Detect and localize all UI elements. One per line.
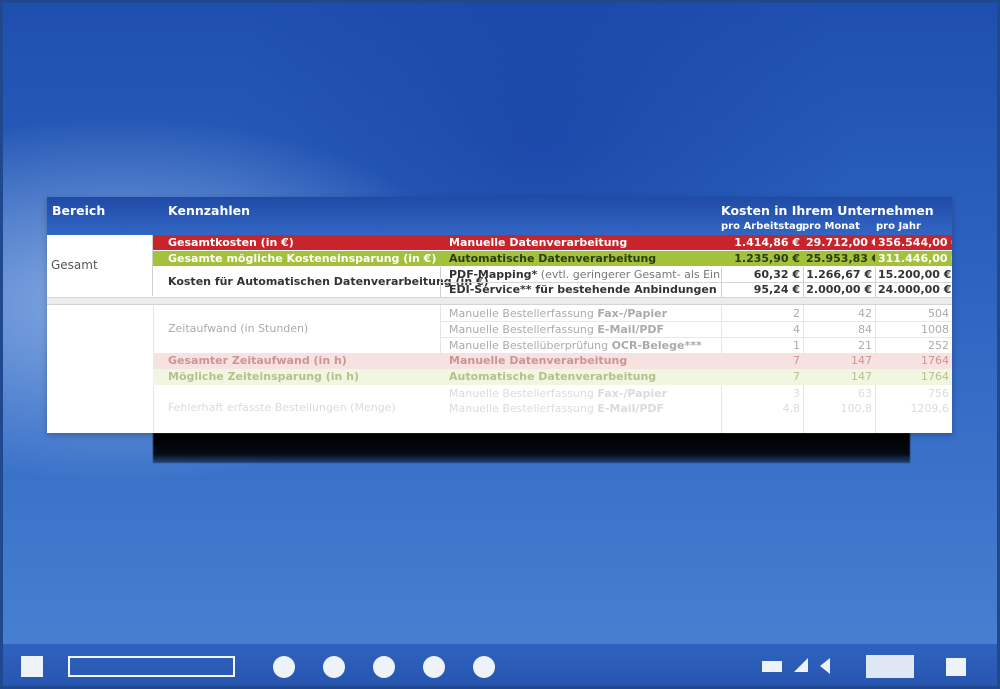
- row-desc: EDI-Service** für bestehende Anbindungen: [449, 283, 717, 296]
- header-pro-arbeitstag: pro Arbeitstag: [721, 221, 803, 232]
- bereich-cell: Gesamt: [47, 235, 153, 296]
- value-day: 4,8: [782, 402, 801, 415]
- value-day: 1.414,86 €: [734, 236, 800, 249]
- table-row: Gesamte mögliche Kosteneinsparung (in €)…: [153, 251, 952, 266]
- value-month: 147: [851, 370, 872, 383]
- dot-icon[interactable]: [373, 656, 395, 678]
- row-desc: Manuelle Bestellerfassung: [449, 323, 598, 336]
- value-year: 1764: [921, 370, 949, 383]
- row-label: Gesamter Zeitaufwand (in h): [168, 354, 347, 367]
- value-month: 25.953,83 €: [806, 252, 875, 265]
- value-month: 42: [858, 307, 872, 320]
- row-desc: Manuelle Datenverarbeitung: [449, 236, 628, 249]
- value-day: 2: [793, 307, 800, 320]
- time-section: Zeitaufwand (in Stunden) Manuelle Bestel…: [47, 305, 952, 433]
- row-desc-bold: Fax-/Papier: [597, 387, 668, 400]
- bereich-gesamt: Gesamt: [51, 258, 98, 272]
- value-day: 4: [793, 323, 800, 336]
- divider: [721, 267, 722, 297]
- divider: [875, 267, 876, 297]
- player-toolbar: [3, 644, 997, 686]
- divider: [440, 305, 441, 353]
- row-desc-bold: E-Mail/PDF: [597, 402, 665, 415]
- volume-level-icon[interactable]: [794, 658, 808, 672]
- row-label: Gesamte mögliche Kosteneinsparung (in €): [168, 252, 437, 265]
- stop-icon[interactable]: [21, 656, 43, 677]
- dot-icon[interactable]: [273, 656, 295, 678]
- header-kennzahlen: Kennzahlen: [168, 203, 251, 218]
- value-year: 1008: [921, 323, 949, 336]
- table-header: Bereich Kennzahlen Kosten in Ihrem Unter…: [47, 197, 952, 235]
- dot-icon[interactable]: [473, 656, 495, 678]
- row-label: Mögliche Zeiteinsparung (in h): [168, 370, 360, 383]
- value-year: 24.000,00 €: [878, 283, 952, 296]
- header-kosten: Kosten in Ihrem Unternehmen: [721, 203, 934, 218]
- error-section: Fehlerhaft erfasste Bestellungen (Menge)…: [47, 385, 952, 433]
- row-desc: Automatische Datenverarbeitung: [449, 370, 657, 383]
- table-row: Gesamter Zeitaufwand (in h) Manuelle Dat…: [153, 353, 952, 369]
- progress-bar[interactable]: [68, 656, 235, 677]
- header-bereich: Bereich: [52, 203, 106, 218]
- divider: [440, 267, 441, 297]
- time-label: Zeitaufwand (in Stunden): [168, 322, 309, 335]
- speaker-icon[interactable]: [820, 658, 830, 674]
- value-month: 100,8: [840, 402, 873, 415]
- value-year: 311.446,00 €: [878, 252, 952, 265]
- table-row: Gesamtkosten (in €) Manuelle Datenverarb…: [153, 235, 952, 250]
- row-desc: Manuelle Bestellüberprüfung: [449, 339, 612, 352]
- value-year: 356.544,00 €: [878, 236, 952, 249]
- row-desc-bold: E-Mail/PDF: [597, 323, 665, 336]
- value-month: 84: [858, 323, 872, 336]
- value-day: 7: [793, 354, 800, 367]
- table-row-group: Kosten für Automatischen Datenverarbeitu…: [153, 267, 952, 297]
- value-month: 29.712,00 €: [806, 236, 875, 249]
- table-row: Mögliche Zeiteinsparung (in h) Automatis…: [153, 369, 952, 385]
- value-day: 7: [793, 370, 800, 383]
- header-pro-jahr: pro Jahr: [876, 221, 921, 232]
- header-pro-monat: pro Monat: [802, 221, 860, 232]
- row-desc: Manuelle Bestellerfassung: [449, 307, 598, 320]
- volume-icon[interactable]: [762, 661, 782, 672]
- section-separator: [47, 297, 952, 305]
- row-desc: Manuelle Bestellerfassung: [449, 402, 598, 415]
- value-year: 1209,6: [910, 402, 950, 415]
- value-day: 1.235,90 €: [734, 252, 800, 265]
- row-desc: Manuelle Datenverarbeitung: [449, 354, 628, 367]
- dot-icon[interactable]: [323, 656, 345, 678]
- divider: [803, 267, 804, 297]
- cost-table: Bereich Kennzahlen Kosten in Ihrem Unter…: [47, 197, 952, 433]
- value-day: 95,24 €: [753, 283, 800, 296]
- slide-shadow: [153, 433, 910, 463]
- fullscreen-icon[interactable]: [866, 655, 914, 678]
- row-desc: Manuelle Bestellerfassung: [449, 387, 598, 400]
- row-desc: Automatische Datenverarbeitung: [449, 252, 657, 265]
- value-month: 2.000,00 €: [806, 283, 872, 296]
- value-month: 147: [851, 354, 872, 367]
- row-desc-bold: Fax-/Papier: [597, 307, 668, 320]
- row-desc-note: (evtl. geringerer Gesamt- als Einzelprei…: [540, 268, 720, 281]
- value-year: 504: [928, 307, 949, 320]
- dot-icon[interactable]: [423, 656, 445, 678]
- row-desc-bold: OCR-Belege***: [611, 339, 702, 352]
- menu-icon[interactable]: [946, 658, 966, 676]
- row-desc: PDF-Mapping*: [449, 268, 538, 281]
- value-year: 1764: [921, 354, 949, 367]
- row-label: Gesamtkosten (in €): [168, 236, 294, 249]
- error-label: Fehlerhaft erfasste Bestellungen (Menge): [168, 401, 396, 414]
